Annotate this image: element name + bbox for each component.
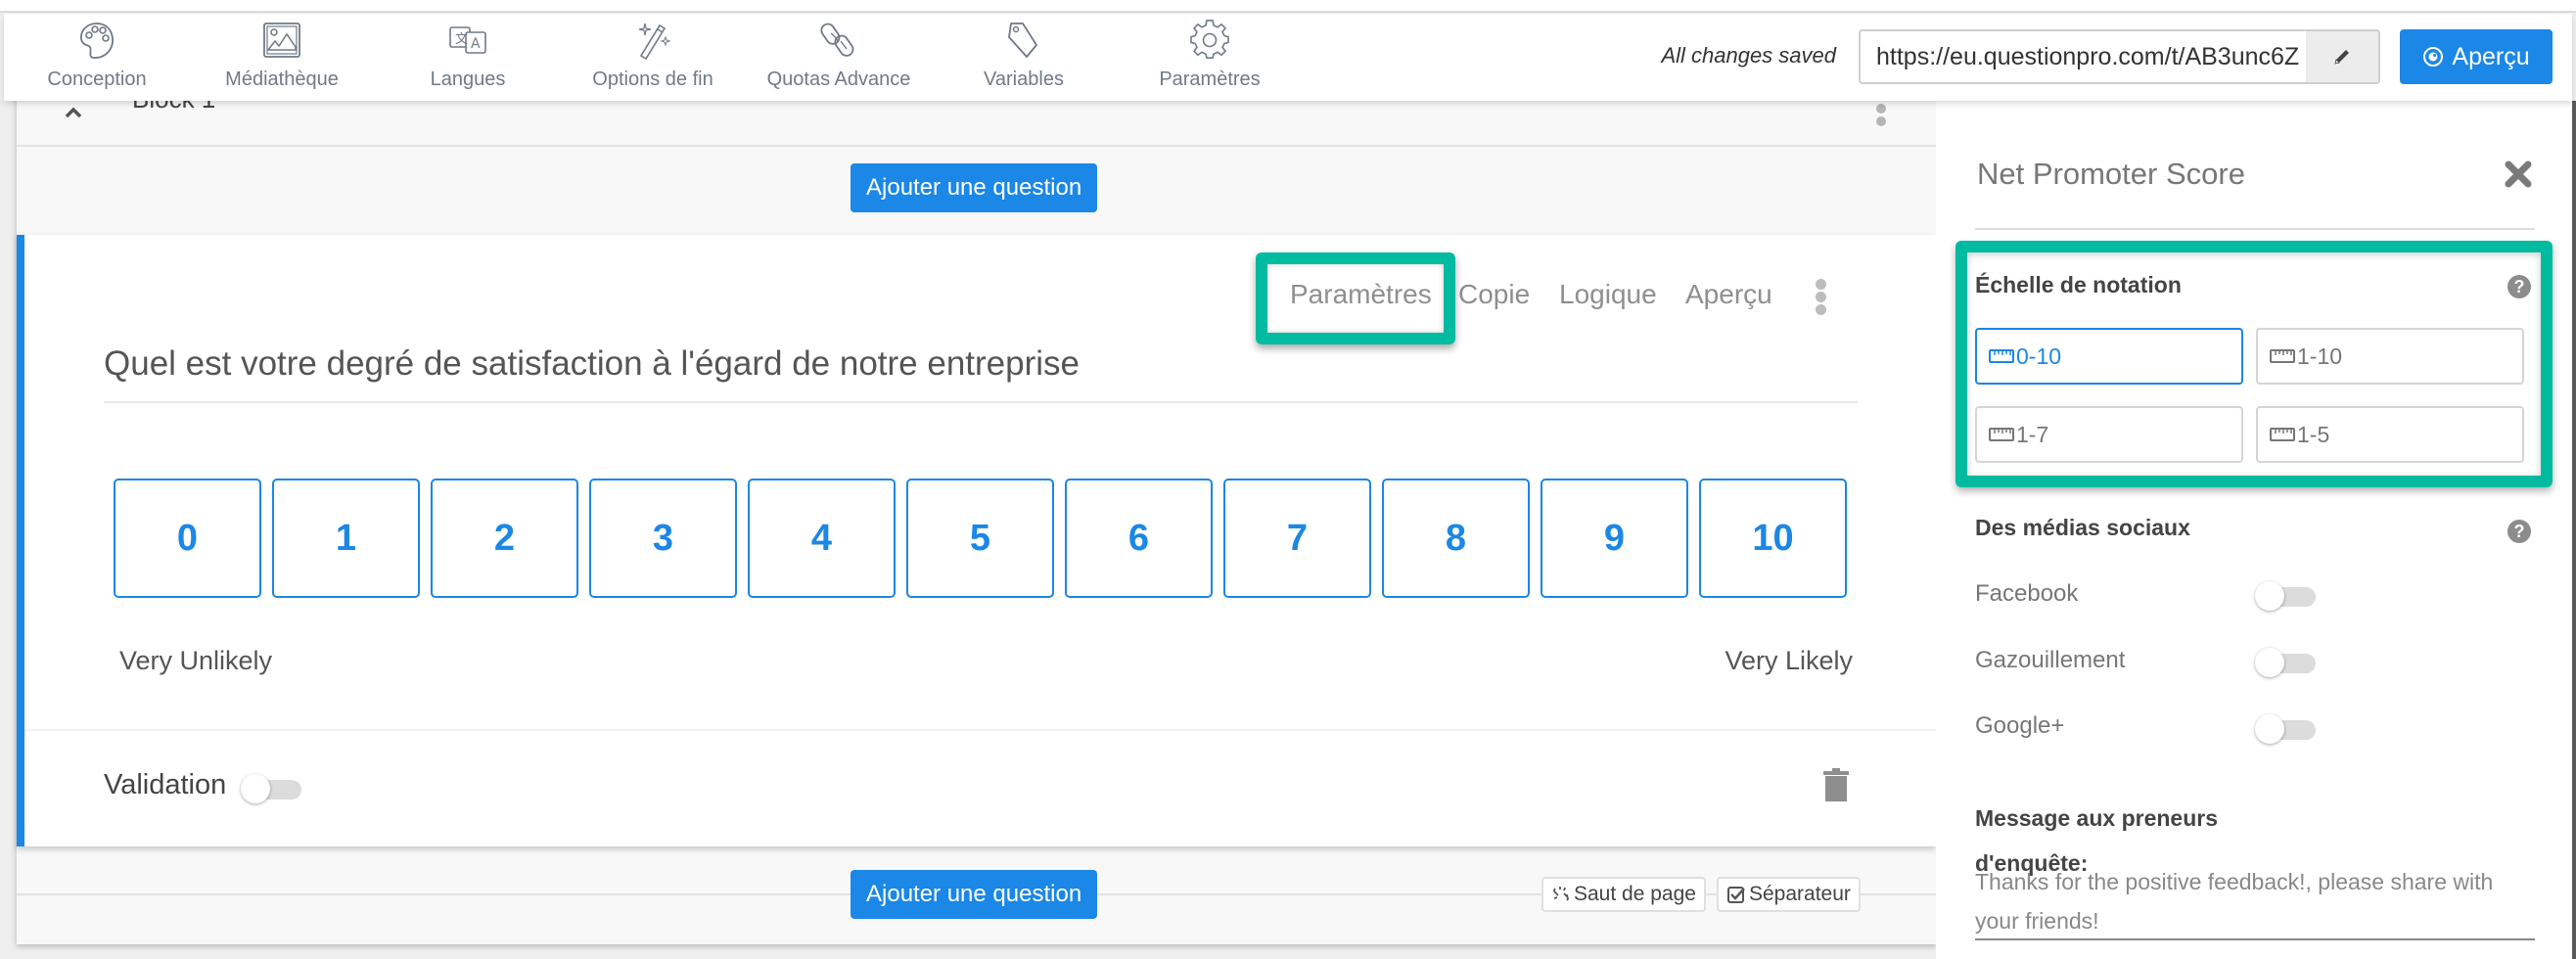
ruler-icon <box>2270 428 2295 441</box>
help-icon[interactable]: ? <box>2507 275 2531 298</box>
validation-label: Validation <box>104 769 227 800</box>
magic-wand-icon <box>638 23 671 61</box>
close-icon[interactable] <box>2504 160 2533 189</box>
ruler-icon <box>1989 428 2014 441</box>
translate-icon: 文A <box>449 26 486 54</box>
question-card[interactable]: Paramètres Copie Logique Aperçu Quel est… <box>17 235 1936 846</box>
question-logic-link[interactable]: Logique <box>1559 279 1657 310</box>
save-status: All changes saved <box>1661 43 1836 68</box>
panel-title: Net Promoter Score <box>1977 157 2245 191</box>
scale-option[interactable]: 3 <box>589 479 737 598</box>
scale-option[interactable]: 5 <box>906 479 1054 598</box>
question-settings-panel: Net Promoter Score Échelle de notation ?… <box>1936 101 2572 959</box>
svg-text:A: A <box>471 36 481 52</box>
toolbar-label: Quotas Advance <box>766 68 911 90</box>
top-strip <box>0 0 2576 13</box>
rating-scale-option-1-5[interactable]: 1-5 <box>2256 406 2524 463</box>
toolbar-label: Conception <box>47 68 147 90</box>
toolbar-item-quotas-advance[interactable]: Quotas Advance <box>746 14 932 101</box>
question-settings-link[interactable]: Paramètres <box>1290 279 1432 310</box>
page-break-button[interactable]: Saut de page <box>1541 877 1706 912</box>
rating-scale-option-0-10[interactable]: 0-10 <box>1975 328 2243 385</box>
scrollbar[interactable] <box>2572 101 2576 959</box>
toolbar-item-langues[interactable]: 文A Langues <box>375 14 561 101</box>
question-actions: Paramètres Copie Logique Aperçu <box>24 279 1936 318</box>
toolbar-item-conception[interactable]: Conception <box>4 14 190 101</box>
toolbar-item-options-de-fin[interactable]: Options de fin <box>560 14 746 101</box>
scale-option[interactable]: 6 <box>1065 479 1213 598</box>
gear-icon <box>1190 20 1229 59</box>
toolbar-item-parametres[interactable]: Paramètres <box>1117 14 1303 101</box>
scale-option[interactable]: 9 <box>1541 479 1688 598</box>
googleplus-toggle[interactable] <box>2255 712 2318 746</box>
scale-option[interactable]: 2 <box>431 479 578 598</box>
toolbar-label: Variables <box>984 68 1064 90</box>
survey-url-input[interactable] <box>1861 31 2311 82</box>
eye-icon <box>2423 47 2444 67</box>
social-googleplus-label: Google+ <box>1975 712 2065 739</box>
panel-divider <box>1975 228 2535 230</box>
checkbox-icon <box>1727 887 1745 904</box>
chain-link-icon <box>820 23 854 57</box>
scale-option[interactable]: 8 <box>1382 479 1530 598</box>
toolbar-label: Options de fin <box>592 68 713 90</box>
question-divider <box>104 401 1858 403</box>
survey-url-field[interactable] <box>1859 29 2380 84</box>
scale-option[interactable]: 0 <box>114 479 261 598</box>
rating-scale-option-label: 0-10 <box>2016 342 2062 369</box>
question-title[interactable]: Quel est votre degré de satisfaction à l… <box>104 344 1080 384</box>
ruler-icon <box>2270 349 2295 363</box>
validation-toggle[interactable] <box>241 772 303 805</box>
add-question-button-top[interactable]: Ajouter une question <box>851 163 1098 212</box>
rating-scale-label: Échelle de notation <box>1975 272 2182 297</box>
social-media-label: Des médias sociaux <box>1975 515 2190 540</box>
separator-button[interactable]: Séparateur <box>1717 877 1861 912</box>
question-copy-link[interactable]: Copie <box>1458 279 1530 310</box>
scale-option[interactable]: 10 <box>1699 479 1847 598</box>
toolbar-label: Médiathèque <box>225 68 339 90</box>
page-break-label: Saut de page <box>1574 883 1696 905</box>
toolbar-item-variables[interactable]: Variables <box>931 14 1117 101</box>
palette-icon <box>80 23 114 59</box>
separator-label: Séparateur <box>1749 883 1851 905</box>
social-facebook-label: Facebook <box>1975 580 2079 607</box>
scale-option[interactable]: 7 <box>1223 479 1371 598</box>
toolbar-label: Paramètres <box>1159 68 1261 90</box>
help-icon[interactable]: ? <box>2507 520 2531 543</box>
ruler-icon <box>1989 349 2014 363</box>
add-question-button-bottom[interactable]: Ajouter une question <box>851 870 1098 919</box>
facebook-toggle[interactable] <box>2255 579 2318 613</box>
rating-scale-option-label: 1-7 <box>2016 421 2049 447</box>
rating-scale-option-1-10[interactable]: 1-10 <box>2256 328 2524 385</box>
message-textarea[interactable]: Thanks for the positive feedback!, pleas… <box>1975 862 2535 940</box>
trash-icon[interactable] <box>1823 768 1849 801</box>
pencil-icon <box>2334 50 2349 65</box>
scale-option[interactable]: 4 <box>748 479 896 598</box>
image-icon <box>263 23 300 58</box>
tag-icon <box>1008 23 1037 58</box>
social-twitter-label: Gazouillement <box>1975 647 2126 673</box>
scale-high-label[interactable]: Very Likely <box>1725 646 1853 676</box>
scale-option[interactable]: 1 <box>272 479 420 598</box>
edit-url-button[interactable] <box>2306 31 2378 82</box>
chevron-up-icon[interactable] <box>63 102 84 123</box>
toolbar-item-mediatheque[interactable]: Médiathèque <box>189 14 375 101</box>
toolbar-label: Langues <box>430 68 506 90</box>
preview-button[interactable]: Aperçu <box>2400 29 2553 84</box>
svg-text:文: 文 <box>455 32 468 47</box>
preview-label: Aperçu <box>2452 42 2530 70</box>
question-footer-divider <box>24 729 1936 731</box>
twitter-toggle[interactable] <box>2255 646 2318 679</box>
rating-scale-option-1-7[interactable]: 1-7 <box>1975 406 2243 463</box>
top-toolbar: Conception Médiathèque 文A Langues Option… <box>4 14 2572 101</box>
rating-scale-option-label: 1-5 <box>2297 421 2330 447</box>
question-preview-link[interactable]: Aperçu <box>1685 279 1772 310</box>
question-menu-icon[interactable] <box>1816 277 1827 320</box>
rating-scale-option-label: 1-10 <box>2297 342 2343 369</box>
scale-low-label[interactable]: Very Unlikely <box>119 646 272 676</box>
broken-link-icon <box>1553 887 1569 902</box>
nps-scale: 0 1 2 3 4 5 6 7 8 9 10 <box>114 479 1858 598</box>
